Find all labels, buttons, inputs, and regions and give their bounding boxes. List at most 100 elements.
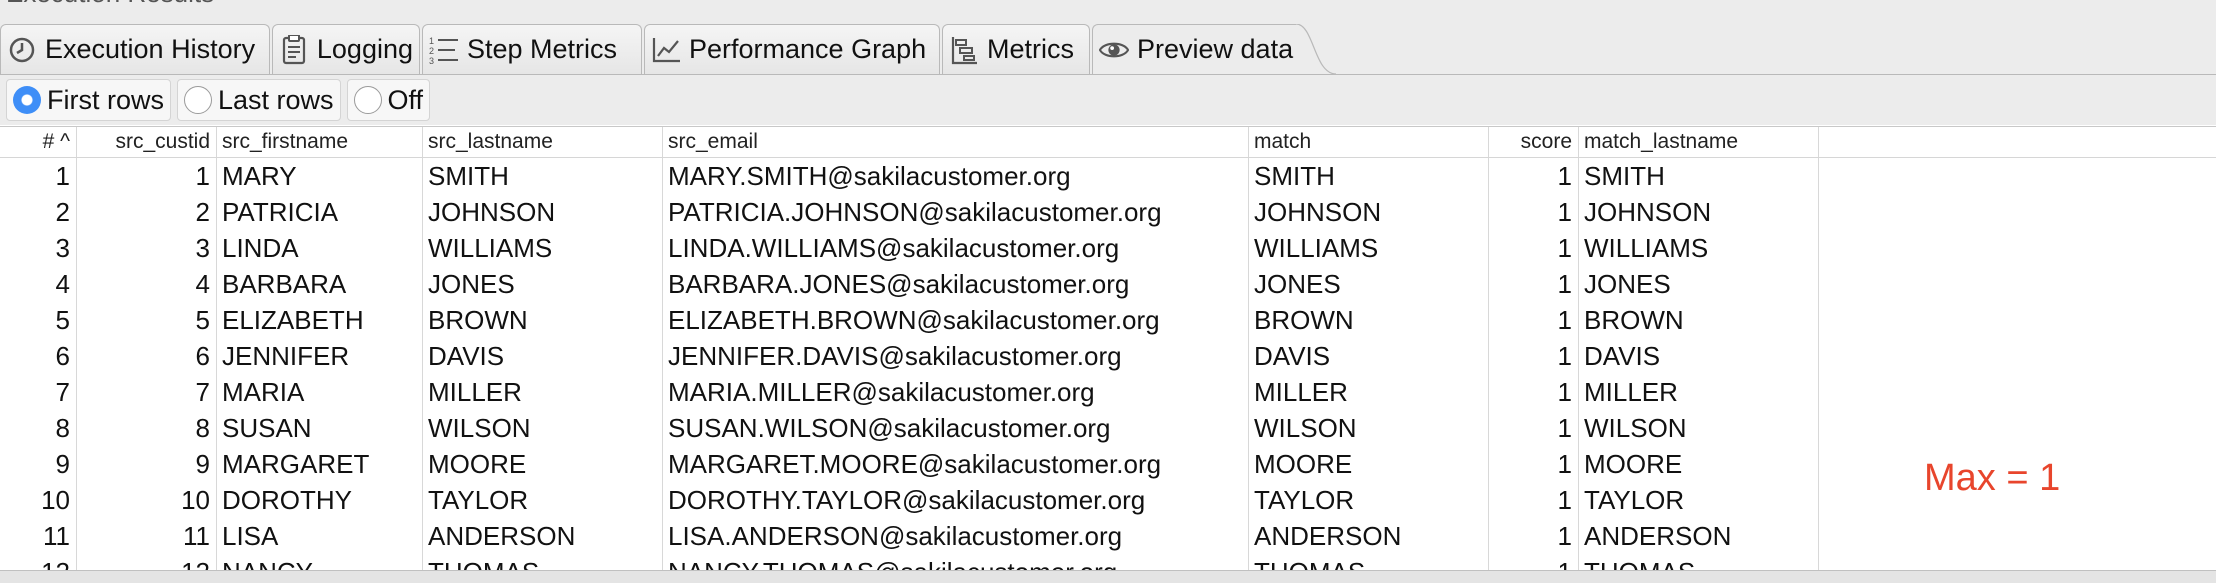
- cell-src-lastname: JONES: [428, 269, 515, 299]
- radio-indicator: [184, 86, 212, 114]
- tab-metrics[interactable]: Metrics: [942, 24, 1090, 74]
- cell-score: 1: [1557, 341, 1572, 371]
- cell-match: MOORE: [1254, 449, 1353, 479]
- numbered-list-icon: 123: [429, 35, 459, 65]
- table-row[interactable]: 5 5 ELIZABETH BROWN ELIZABETH.BROWN@sakilacu…: [0, 302, 2216, 338]
- tab-performance-graph[interactable]: Performance Graph: [644, 24, 940, 74]
- preview-mode-selector: First rows Last rows Off: [0, 75, 2216, 125]
- column-header-src-lastname[interactable]: src_lastname: [422, 127, 662, 157]
- line-graph-icon: [651, 35, 681, 65]
- cell-score: 1: [1557, 485, 1572, 515]
- cell-score: 1: [1557, 269, 1572, 299]
- tab-execution-history[interactable]: Execution History: [0, 24, 270, 74]
- table-row[interactable]: 9 9 MARGARET MOORE MARGARET.MOORE@sakilacust…: [0, 446, 2216, 482]
- table-row[interactable]: 8 8 SUSAN WILSON SUSAN.WILSON@sakilacustomer…: [0, 410, 2216, 446]
- cell-src-lastname: TAYLOR: [428, 485, 529, 515]
- tab-step-metrics[interactable]: 123 Step Metrics: [422, 24, 642, 74]
- cell-score: 1: [1557, 377, 1572, 407]
- preview-data-grid[interactable]: # ^ src_custid src_firstname src_lastnam…: [0, 126, 2216, 571]
- table-row[interactable]: 6 6 JENNIFER DAVIS JENNIFER.DAVIS@sakilacust…: [0, 338, 2216, 374]
- svg-text:3: 3: [429, 56, 434, 65]
- cell-src-firstname: MARIA: [222, 377, 305, 407]
- column-header-label: #: [42, 130, 55, 153]
- tab-label: Step Metrics: [467, 34, 618, 64]
- cell-src-email: ELIZABETH.BROWN@sakilacustomer.org: [668, 305, 1160, 335]
- cell-src-lastname: DAVIS: [428, 341, 505, 371]
- tab-logging[interactable]: Logging: [272, 24, 420, 74]
- cell-src-email: PATRICIA.JOHNSON@sakilacustomer.org: [668, 197, 1162, 227]
- svg-text:1: 1: [429, 36, 434, 46]
- cell-src-lastname: MILLER: [428, 377, 522, 407]
- cell-src-email: MARGARET.MOORE@sakilacustomer.org: [668, 449, 1162, 479]
- results-tab-bar: Execution History Logging 123 Step Metri…: [0, 16, 2216, 75]
- cell-src-firstname: NANCY: [216, 554, 422, 571]
- radio-label: Off: [387, 84, 424, 115]
- cell-src-custid: 9: [195, 449, 210, 479]
- radio-off[interactable]: Off: [346, 79, 431, 121]
- eye-icon: [1099, 35, 1129, 65]
- cell-match-lastname: WILLIAMS: [1584, 233, 1709, 263]
- cell-row-number: 7: [55, 377, 70, 407]
- cell-row-number: 12: [0, 554, 76, 571]
- column-header-score[interactable]: score: [1488, 127, 1578, 157]
- cell-src-email: LINDA.WILLIAMS@sakilacustomer.org: [668, 233, 1120, 263]
- cell-match-lastname: JONES: [1584, 269, 1671, 299]
- cell-src-firstname: ELIZABETH: [222, 305, 364, 335]
- column-header-src-email[interactable]: src_email: [662, 127, 1248, 157]
- cell-src-firstname: LISA: [222, 521, 279, 551]
- cell-src-firstname: MARGARET: [222, 449, 370, 479]
- radio-last-rows[interactable]: Last rows: [177, 79, 341, 121]
- grid-rows: 1 1 MARY SMITH MARY.SMITH@sakilacustomer.org…: [0, 158, 2216, 571]
- column-header-src-custid[interactable]: src_custid: [76, 127, 216, 157]
- cell-match: SMITH: [1254, 161, 1335, 191]
- bottom-border: [0, 570, 2216, 583]
- cell-src-custid: 10: [181, 485, 210, 515]
- cell-src-firstname: MARY: [222, 161, 297, 191]
- cell-score: 1: [1557, 233, 1572, 263]
- cell-row-number: 6: [55, 341, 70, 371]
- cell-src-lastname: JOHNSON: [428, 197, 556, 227]
- column-header-match-lastname[interactable]: match_lastname: [1578, 127, 1818, 157]
- table-row[interactable]: 4 4 BARBARA JONES BARBARA.JONES@sakilacustom…: [0, 266, 2216, 302]
- cell-match: MILLER: [1254, 377, 1348, 407]
- cell-match: TAYLOR: [1254, 485, 1355, 515]
- table-row[interactable]: 7 7 MARIA MILLER MARIA.MILLER@sakilacustomer…: [0, 374, 2216, 410]
- cell-src-custid: 4: [195, 269, 210, 299]
- cell-match-lastname: MOORE: [1584, 449, 1683, 479]
- cell-src-firstname: DOROTHY: [222, 485, 352, 515]
- cell-src-firstname: BARBARA: [222, 269, 347, 299]
- cell-src-lastname: WILLIAMS: [428, 233, 553, 263]
- cell-score: 1: [1488, 554, 1578, 571]
- table-row[interactable]: 1 1 MARY SMITH MARY.SMITH@sakilacustomer.org…: [0, 158, 2216, 194]
- table-row[interactable]: 11 11 LISA ANDERSON LISA.ANDERSON@sakilacust…: [0, 518, 2216, 554]
- cell-src-custid: 11: [183, 521, 210, 551]
- column-header-src-firstname[interactable]: src_firstname: [216, 127, 422, 157]
- cell-match-lastname: THOMAS: [1578, 554, 1818, 571]
- table-row[interactable]: 2 2 PATRICIA JOHNSON PATRICIA.JOHNSON@sakila…: [0, 194, 2216, 230]
- cell-row-number: 2: [55, 197, 70, 227]
- cell-src-lastname: BROWN: [428, 305, 528, 335]
- cell-src-firstname: PATRICIA: [222, 197, 339, 227]
- cell-src-email: JENNIFER.DAVIS@sakilacustomer.org: [668, 341, 1122, 371]
- cell-row-number: 8: [55, 413, 70, 443]
- table-row[interactable]: 10 10 DOROTHY TAYLOR DOROTHY.TAYLOR@sakilacu…: [0, 482, 2216, 518]
- cell-src-custid: 2: [195, 197, 210, 227]
- log-document-icon: [279, 34, 309, 65]
- radio-selected-indicator: [13, 86, 41, 114]
- table-row[interactable]: 3 3 LINDA WILLIAMS LINDA.WILLIAMS@sakilacust…: [0, 230, 2216, 266]
- cell-match-lastname: MILLER: [1584, 377, 1678, 407]
- cell-score: 1: [1557, 305, 1572, 335]
- cell-src-email: MARY.SMITH@sakilacustomer.org: [668, 161, 1071, 191]
- cell-match: ANDERSON: [1254, 521, 1402, 551]
- cell-src-lastname: SMITH: [428, 161, 509, 191]
- cell-row-number: 5: [55, 305, 70, 335]
- column-header-row-number[interactable]: # ^: [0, 127, 76, 157]
- tab-preview-data[interactable]: Preview data: [1092, 24, 1298, 74]
- table-row[interactable]: 1212NANCYTHOMASNANCY.THOMAS@sakilacustom…: [0, 554, 2216, 571]
- radio-first-rows[interactable]: First rows: [6, 79, 171, 121]
- grid-header: # ^ src_custid src_firstname src_lastnam…: [0, 127, 2216, 158]
- cell-src-lastname: THOMAS: [422, 554, 662, 571]
- cell-row-number: 1: [55, 161, 70, 191]
- column-header-match[interactable]: match: [1248, 127, 1488, 157]
- svg-text:2: 2: [429, 46, 434, 56]
